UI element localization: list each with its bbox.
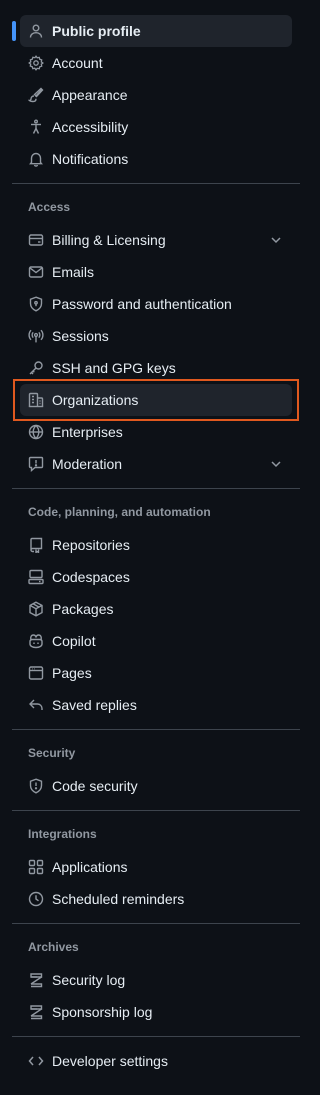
- chevron-down-icon[interactable]: [268, 232, 284, 248]
- credit-card-icon: [28, 232, 44, 248]
- sidebar-item-moderation[interactable]: Moderation: [20, 448, 292, 480]
- sidebar-item-accessibility[interactable]: Accessibility: [20, 111, 292, 143]
- sidebar-item-public-profile[interactable]: Public profile: [12, 15, 292, 47]
- selected-indicator: [12, 21, 16, 41]
- section-heading-code-planning-and-automation: Code, planning, and automation: [28, 505, 211, 519]
- sidebar-item-label: Accessibility: [52, 119, 129, 135]
- browser-icon: [28, 665, 44, 681]
- sidebar-item-scheduled-reminders[interactable]: Scheduled reminders: [20, 883, 292, 915]
- sidebar-item-code-security[interactable]: Code security: [20, 770, 292, 802]
- sidebar-item-label: Emails: [52, 264, 95, 280]
- sidebar-item-label: Copilot: [52, 633, 96, 649]
- sidebar-item-label: Organizations: [52, 392, 139, 408]
- globe-icon: [28, 424, 44, 440]
- section-divider: [12, 729, 300, 730]
- section-divider: [12, 810, 300, 811]
- sidebar-item-label: Sponsorship log: [52, 1004, 153, 1020]
- section-heading-access: Access: [28, 200, 71, 214]
- gear-icon: [28, 55, 44, 71]
- sidebar-item-applications[interactable]: Applications: [20, 851, 292, 883]
- sidebar-item-repositories[interactable]: Repositories: [20, 529, 292, 561]
- sidebar-item-label: Sessions: [52, 328, 109, 344]
- sidebar-item-billing-and-licensing[interactable]: Billing & Licensing: [20, 224, 292, 256]
- sidebar-item-label: Security log: [52, 972, 126, 988]
- log-icon: [28, 972, 44, 988]
- sidebar-item-label: Codespaces: [52, 569, 130, 585]
- sidebar-item-sessions[interactable]: Sessions: [20, 320, 292, 352]
- sidebar-item-notifications[interactable]: Notifications: [20, 143, 292, 175]
- shield-check-icon: [28, 778, 44, 794]
- sidebar-item-label: Public profile: [52, 23, 141, 39]
- sidebar-item-account[interactable]: Account: [20, 47, 292, 79]
- settings-sidebar: Public profile Account Appearance Accessibi…: [12, 15, 300, 1077]
- apps-icon: [28, 859, 44, 875]
- sidebar-item-label: Account: [52, 55, 103, 71]
- clock-icon: [28, 891, 44, 907]
- sidebar-item-codespaces[interactable]: Codespaces: [20, 561, 292, 593]
- paintbrush-icon: [28, 87, 44, 103]
- repo-icon: [28, 537, 44, 553]
- sidebar-item-enterprises[interactable]: Enterprises: [20, 416, 292, 448]
- sidebar-item-label: Password and authentication: [52, 296, 232, 312]
- log-icon: [28, 1004, 44, 1020]
- sidebar-item-label: Saved replies: [52, 697, 137, 713]
- sidebar-item-organizations[interactable]: Organizations: [20, 384, 292, 416]
- key-icon: [28, 360, 44, 376]
- sidebar-item-label: SSH and GPG keys: [52, 360, 176, 376]
- section-heading-integrations: Integrations: [28, 827, 97, 841]
- sidebar-item-ssh-and-gpg-keys[interactable]: SSH and GPG keys: [20, 352, 292, 384]
- section-heading-archives: Archives: [28, 940, 79, 954]
- sidebar-item-developer-settings[interactable]: Developer settings: [20, 1045, 292, 1077]
- mail-icon: [28, 264, 44, 280]
- reply-icon: [28, 697, 44, 713]
- sidebar-item-label: Developer settings: [52, 1053, 168, 1069]
- section-divider: [12, 1036, 300, 1037]
- sidebar-item-label: Scheduled reminders: [52, 891, 185, 907]
- accessibility-icon: [28, 119, 44, 135]
- sidebar-item-password-and-authentication[interactable]: Password and authentication: [20, 288, 292, 320]
- section-divider: [12, 923, 300, 924]
- sidebar-item-label: Enterprises: [52, 424, 123, 440]
- section-divider: [12, 183, 300, 184]
- copilot-icon: [28, 633, 44, 649]
- sidebar-item-label: Billing & Licensing: [52, 232, 166, 248]
- sidebar-item-label: Applications: [52, 859, 128, 875]
- codespaces-icon: [28, 569, 44, 585]
- sidebar-item-label: Pages: [52, 665, 92, 681]
- sidebar-item-label: Repositories: [52, 537, 130, 553]
- sidebar-item-label: Appearance: [52, 87, 128, 103]
- sidebar-item-saved-replies[interactable]: Saved replies: [20, 689, 292, 721]
- sidebar-item-appearance[interactable]: Appearance: [20, 79, 292, 111]
- sidebar-item-pages[interactable]: Pages: [20, 657, 292, 689]
- sidebar-item-label: Notifications: [52, 151, 129, 167]
- sidebar-item-copilot[interactable]: Copilot: [20, 625, 292, 657]
- shield-lock-icon: [28, 296, 44, 312]
- chevron-down-icon[interactable]: [268, 456, 284, 472]
- sidebar-item-sponsorship-log[interactable]: Sponsorship log: [20, 996, 292, 1028]
- sidebar-item-security-log[interactable]: Security log: [20, 964, 292, 996]
- sidebar-item-label: Packages: [52, 601, 114, 617]
- package-icon: [28, 601, 44, 617]
- section-divider: [12, 488, 300, 489]
- sidebar-item-label: Moderation: [52, 456, 123, 472]
- section-heading-security: Security: [28, 746, 76, 760]
- report-icon: [28, 456, 44, 472]
- sidebar-item-emails[interactable]: Emails: [20, 256, 292, 288]
- broadcast-icon: [28, 328, 44, 344]
- person-icon: [28, 23, 44, 39]
- bell-icon: [28, 151, 44, 167]
- organization-icon: [28, 392, 44, 408]
- sidebar-item-packages[interactable]: Packages: [20, 593, 292, 625]
- sidebar-item-label: Code security: [52, 778, 138, 794]
- code-icon: [28, 1053, 44, 1069]
